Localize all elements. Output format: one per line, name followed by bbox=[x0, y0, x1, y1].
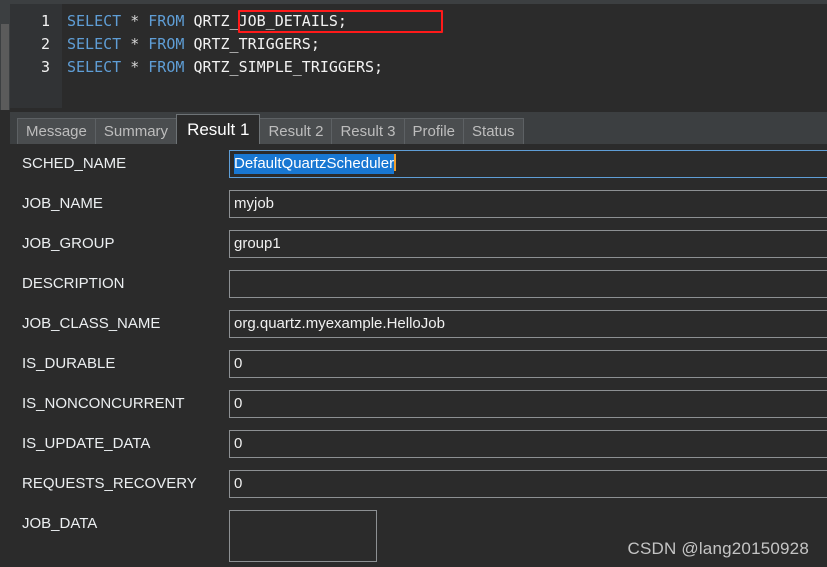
tab-summary[interactable]: Summary bbox=[94, 118, 178, 144]
editor-vertical-scrollbar-thumb[interactable] bbox=[1, 24, 9, 110]
sql-star-token: * bbox=[130, 35, 140, 53]
sql-client-window: 1 SELECT * FROM QRTZ_JOB_DETAILS; 2 SELECT … bbox=[0, 0, 827, 567]
editor-line-text[interactable]: SELECT * FROM QRTZ_SIMPLE_TRIGGERS; bbox=[67, 56, 383, 79]
field-label-sched_name: SCHED_NAME bbox=[22, 155, 127, 172]
result-tab-bar[interactable]: Message Summary Result 1 Result 2 Result 3 Pr… bbox=[10, 112, 827, 144]
tab-message[interactable]: Message bbox=[17, 118, 96, 144]
text-caret bbox=[394, 154, 397, 171]
field-value: myjob bbox=[234, 195, 275, 212]
field-value: 0 bbox=[234, 475, 243, 492]
field-label-is_nonconcurrent: IS_NONCONCURRENT bbox=[22, 395, 185, 412]
field-label-job_group: JOB_GROUP bbox=[22, 235, 115, 252]
record-field-row: IS_DURABLE 0 bbox=[10, 344, 827, 384]
sql-table-name: QRTZ_TRIGGERS; bbox=[193, 35, 320, 53]
sql-keyword-select: SELECT bbox=[67, 12, 122, 30]
field-input-job_class_name[interactable]: org.quartz.myexample.HelloJob bbox=[229, 310, 827, 338]
editor-line-number: 2 bbox=[40, 35, 50, 53]
editor-line-number: 1 bbox=[40, 12, 50, 30]
record-field-row: REQUESTS_RECOVERY 0 bbox=[10, 464, 827, 504]
record-field-row: DESCRIPTION bbox=[10, 264, 827, 304]
record-form-view[interactable]: SCHED_NAME DefaultQuartzScheduler JOB_NAME… bbox=[10, 144, 827, 567]
field-input-is_durable[interactable]: 0 bbox=[229, 350, 827, 378]
field-input-requests_recovery[interactable]: 0 bbox=[229, 470, 827, 498]
sql-keyword-from: FROM bbox=[148, 58, 185, 76]
field-value: org.quartz.myexample.HelloJob bbox=[234, 315, 445, 332]
field-input-description[interactable] bbox=[229, 270, 827, 298]
tab-profile[interactable]: Profile bbox=[403, 118, 465, 144]
sql-keyword-select: SELECT bbox=[67, 35, 122, 53]
field-input-is_nonconcurrent[interactable]: 0 bbox=[229, 390, 827, 418]
record-field-row: JOB_NAME myjob bbox=[10, 184, 827, 224]
sql-star-token: * bbox=[130, 12, 140, 30]
field-value: group1 bbox=[234, 235, 281, 252]
record-field-row: IS_NONCONCURRENT 0 bbox=[10, 384, 827, 424]
field-input-is_update_data[interactable]: 0 bbox=[229, 430, 827, 458]
editor-line-text[interactable]: SELECT * FROM QRTZ_JOB_DETAILS; bbox=[67, 10, 347, 33]
field-label-requests_recovery: REQUESTS_RECOVERY bbox=[22, 475, 197, 492]
editor-line-text[interactable]: SELECT * FROM QRTZ_TRIGGERS; bbox=[67, 33, 320, 56]
field-value: 0 bbox=[234, 355, 243, 372]
sql-table-name: QRTZ_JOB_DETAILS; bbox=[193, 12, 347, 30]
sql-table-name: QRTZ_SIMPLE_TRIGGERS; bbox=[193, 58, 384, 76]
field-label-job_name: JOB_NAME bbox=[22, 195, 103, 212]
editor-vertical-scrollbar-track[interactable] bbox=[0, 4, 10, 110]
field-label-is_update_data: IS_UPDATE_DATA bbox=[22, 435, 151, 452]
record-field-row: SCHED_NAME DefaultQuartzScheduler bbox=[10, 144, 827, 184]
sql-editor[interactable]: 1 SELECT * FROM QRTZ_JOB_DETAILS; 2 SELECT … bbox=[10, 4, 827, 108]
field-label-job_class_name: JOB_CLASS_NAME bbox=[22, 315, 161, 332]
field-value: 0 bbox=[234, 395, 243, 412]
tab-status[interactable]: Status bbox=[463, 118, 524, 144]
editor-line-number: 3 bbox=[40, 58, 50, 76]
sql-keyword-select: SELECT bbox=[67, 58, 122, 76]
field-input-sched_name[interactable]: DefaultQuartzScheduler bbox=[229, 150, 827, 178]
field-label-is_durable: IS_DURABLE bbox=[22, 355, 116, 372]
record-field-row: JOB_GROUP group1 bbox=[10, 224, 827, 264]
field-label-job_data: JOB_DATA bbox=[22, 515, 98, 532]
tab-result-1[interactable]: Result 1 bbox=[176, 114, 261, 144]
field-input-job_name[interactable]: myjob bbox=[229, 190, 827, 218]
sql-star-token: * bbox=[130, 58, 140, 76]
field-input-job_data[interactable] bbox=[229, 510, 377, 562]
field-value-selected: DefaultQuartzScheduler bbox=[234, 154, 395, 174]
field-value: 0 bbox=[234, 435, 243, 452]
tab-result-3[interactable]: Result 3 bbox=[331, 118, 405, 144]
csdn-watermark: CSDN @lang20150928 bbox=[627, 539, 809, 558]
field-label-description: DESCRIPTION bbox=[22, 275, 125, 292]
sql-keyword-from: FROM bbox=[148, 35, 185, 53]
field-input-job_group[interactable]: group1 bbox=[229, 230, 827, 258]
record-field-row: JOB_CLASS_NAME org.quartz.myexample.Hello… bbox=[10, 304, 827, 344]
record-field-row: JOB_DATA bbox=[10, 504, 827, 562]
result-tabs[interactable]: Message Summary Result 1 Result 2 Result 3 Pr… bbox=[17, 114, 524, 144]
record-field-row: IS_UPDATE_DATA 0 bbox=[10, 424, 827, 464]
tab-result-2[interactable]: Result 2 bbox=[259, 118, 333, 144]
sql-keyword-from: FROM bbox=[148, 12, 185, 30]
